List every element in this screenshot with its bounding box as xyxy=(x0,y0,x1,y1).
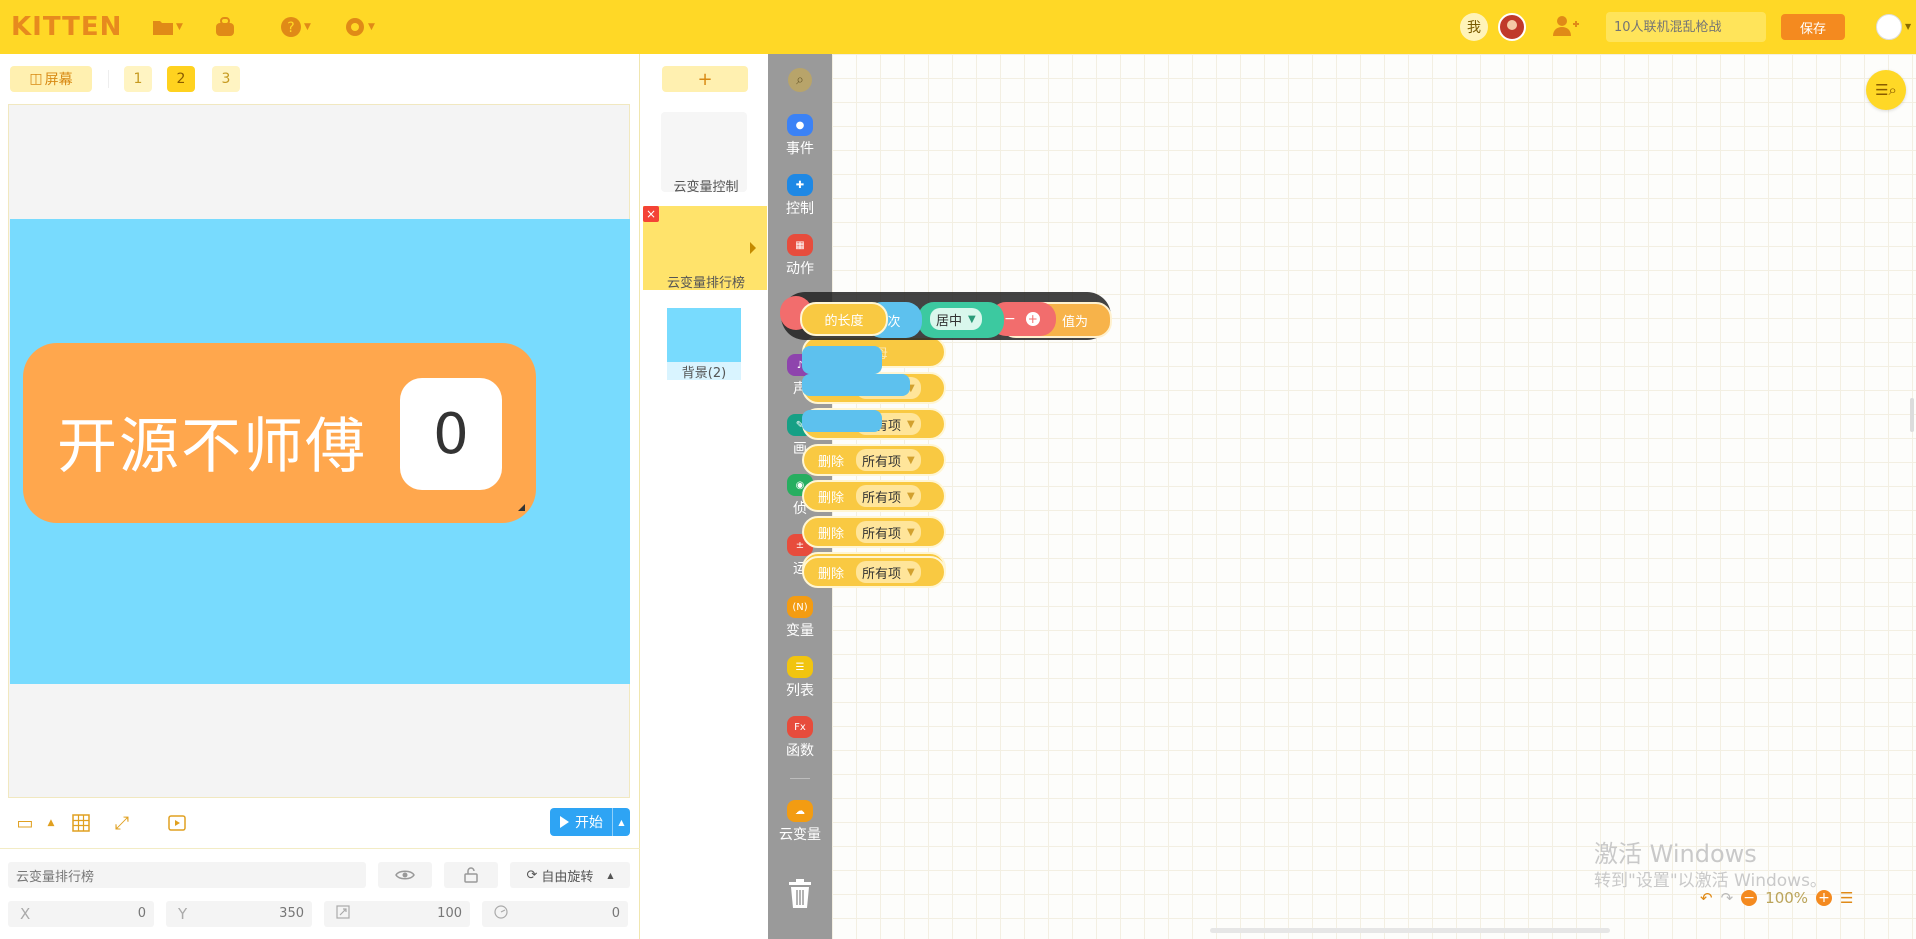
record-icon[interactable] xyxy=(166,812,188,834)
category-variables[interactable]: (N) 变量 xyxy=(768,596,832,640)
motion-icon: ▦ xyxy=(787,234,813,256)
rotation-mode-select[interactable]: ⟳ 自由旋转 ▲ xyxy=(510,862,630,888)
score-display: 0 xyxy=(400,378,502,490)
help-icon[interactable]: ? ▼ xyxy=(280,14,311,40)
align-dropdown[interactable]: 居中 ▼ xyxy=(930,308,982,330)
zoom-level: 100% xyxy=(1765,889,1809,907)
category-cloud-variables[interactable]: ☁ 云变量 xyxy=(768,800,832,844)
divider xyxy=(790,778,810,779)
horizontal-scrollbar[interactable] xyxy=(1210,928,1610,933)
size-icon xyxy=(336,905,350,923)
divider xyxy=(108,70,109,88)
play-icon xyxy=(560,816,569,828)
divider xyxy=(0,848,640,849)
add-sprite-button[interactable]: + xyxy=(662,66,748,92)
control-block[interactable] xyxy=(802,346,882,374)
align-left-icon[interactable]: ☰ xyxy=(1840,889,1853,907)
redo-icon[interactable]: ↷ xyxy=(1721,889,1734,907)
background-label: 背景(2) xyxy=(667,362,741,381)
chevron-up-icon[interactable]: ▲ xyxy=(40,812,62,834)
y-coordinate-field[interactable]: Y 350 xyxy=(166,901,312,927)
close-icon[interactable]: × xyxy=(643,206,659,222)
item-dropdown[interactable]: 所有项▼ xyxy=(856,521,921,543)
chevron-up-icon: ▲ xyxy=(607,870,614,880)
me-badge[interactable]: 我 xyxy=(1460,13,1488,41)
plus-icon[interactable]: + xyxy=(1025,312,1040,326)
visibility-button[interactable] xyxy=(378,862,432,888)
activation-watermark-title: 激活 Windows xyxy=(1594,840,1757,868)
function-icon: Fx xyxy=(787,716,813,738)
direction-icon xyxy=(494,905,508,923)
grid-icon[interactable] xyxy=(70,812,92,834)
save-button[interactable]: 保存 xyxy=(1781,14,1845,40)
rotate-icon: ⟳ xyxy=(526,867,538,883)
delete-block[interactable]: 删除 所有项▼ xyxy=(802,516,946,548)
delete-block[interactable]: 删除 所有项▼ xyxy=(802,556,946,588)
screen-button[interactable]: ◫ 屏幕 xyxy=(10,66,92,92)
undo-icon[interactable]: ↶ xyxy=(1700,889,1713,907)
size-field[interactable]: 100 xyxy=(324,901,470,927)
search-icon[interactable]: ⌕ xyxy=(788,68,812,92)
minus-icon[interactable]: − xyxy=(1004,311,1016,327)
x-coordinate-field[interactable]: X 0 xyxy=(8,901,154,927)
add-user-icon[interactable] xyxy=(1552,14,1580,40)
fullscreen-icon[interactable]: ⤢ xyxy=(111,812,133,834)
collaborator-avatar[interactable] xyxy=(1498,13,1526,41)
control-block[interactable] xyxy=(802,374,910,396)
length-block[interactable]: 的长度 xyxy=(800,302,888,336)
zoom-out-icon[interactable]: − xyxy=(1741,890,1758,906)
settings-icon[interactable]: ▼ xyxy=(344,14,375,40)
item-dropdown[interactable]: 所有项▼ xyxy=(856,485,921,507)
lock-button[interactable] xyxy=(444,862,498,888)
cloud-icon: ☁ xyxy=(787,800,813,822)
search-icon[interactable]: ☰⌕ xyxy=(1866,70,1906,110)
background-thumbnail[interactable] xyxy=(667,308,741,364)
delete-block[interactable]: 删除 所有项▼ xyxy=(802,480,946,512)
align-block[interactable]: 居中 ▼ xyxy=(918,302,1004,338)
chevron-down-icon[interactable]: ▼ xyxy=(1905,22,1911,31)
room-input[interactable] xyxy=(1606,12,1766,42)
delete-block[interactable]: 删除 所有项▼ xyxy=(802,444,946,476)
vertical-scrollbar[interactable] xyxy=(1910,398,1914,432)
category-control[interactable]: ✚ 控制 xyxy=(768,174,832,218)
variable-icon: (N) xyxy=(787,596,813,618)
zoom-in-icon[interactable]: + xyxy=(1816,890,1833,906)
list-icon: ☰ xyxy=(787,656,813,678)
category-motion[interactable]: ▦ 动作 xyxy=(768,234,832,278)
activation-watermark-subtitle: 转到"设置"以激活 Windows。 xyxy=(1594,871,1827,891)
control-block[interactable] xyxy=(802,410,882,432)
category-functions[interactable]: Fx 函数 xyxy=(768,716,832,760)
direction-field[interactable]: 0 xyxy=(482,901,628,927)
resize-handle[interactable] xyxy=(518,504,525,511)
trash-icon[interactable] xyxy=(784,876,816,912)
chevron-up-icon[interactable]: ▲ xyxy=(612,808,630,836)
kitten-logo: KITTEN xyxy=(11,12,123,42)
sprite-name-input[interactable] xyxy=(8,862,366,888)
svg-text:?: ? xyxy=(287,20,294,36)
folder-icon[interactable]: ▼ xyxy=(152,14,183,40)
page-tab-1[interactable]: 1 xyxy=(124,66,152,92)
page-tab-2[interactable]: 2 xyxy=(167,66,195,92)
block-workspace[interactable] xyxy=(832,54,1916,939)
sprite-label: 云变量控制 xyxy=(673,180,739,195)
stage-size-icon[interactable]: ▭ xyxy=(14,812,36,834)
leaderboard-text: 开源不师傅 xyxy=(57,412,367,482)
user-avatar[interactable] xyxy=(1876,14,1902,40)
screen-icon: ◫ xyxy=(29,71,43,87)
category-lists[interactable]: ☰ 列表 xyxy=(768,656,832,700)
bag-icon[interactable] xyxy=(214,14,236,40)
category-events[interactable]: ● 事件 xyxy=(768,114,832,158)
toggle-icon: ● xyxy=(787,114,813,136)
gamepad-icon: ✚ xyxy=(787,174,813,196)
page-tab-3[interactable]: 3 xyxy=(212,66,240,92)
item-dropdown[interactable]: 所有项▼ xyxy=(856,561,921,583)
chevron-right-icon[interactable] xyxy=(750,242,756,254)
sprite-label: 云变量排行榜 xyxy=(666,276,745,291)
start-button[interactable]: 开始 ▲ xyxy=(550,808,630,836)
item-dropdown[interactable]: 所有项▼ xyxy=(856,449,921,471)
